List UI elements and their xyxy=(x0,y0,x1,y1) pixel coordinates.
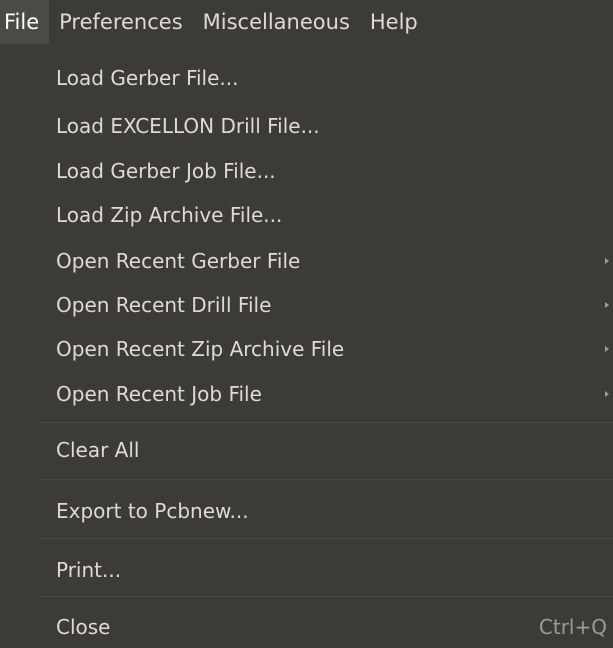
menu-help[interactable]: Help xyxy=(360,0,428,44)
menu-item-label: Load EXCELLON Drill File... xyxy=(56,114,320,138)
menu-separator xyxy=(40,479,613,480)
menu-file[interactable]: File xyxy=(0,0,50,44)
menu-separator xyxy=(40,596,613,597)
menu-separator xyxy=(40,538,613,539)
menu-item-open-recent-drill-file[interactable]: Open Recent Drill File xyxy=(0,284,613,326)
submenu-arrow-icon xyxy=(605,346,609,352)
menu-item-label: Open Recent Zip Archive File xyxy=(56,337,345,361)
menu-item-label: Open Recent Gerber File xyxy=(56,249,301,273)
menu-item-label: Load Zip Archive File... xyxy=(56,203,283,227)
menu-item-open-recent-gerber-file[interactable]: Open Recent Gerber File xyxy=(0,240,613,282)
menu-item-label: Close xyxy=(56,615,111,639)
submenu-arrow-icon xyxy=(605,258,609,264)
shortcut-label: Ctrl+Q xyxy=(538,615,607,639)
menu-item-load-gerber-job-file[interactable]: Load Gerber Job File... xyxy=(0,150,613,192)
menu-item-load-excellon-drill-file[interactable]: Load EXCELLON Drill File... xyxy=(0,105,613,147)
menu-item-label: Load Gerber File... xyxy=(56,66,239,90)
menu-bar: File Preferences Miscellaneous Help xyxy=(0,0,613,44)
menu-miscellaneous[interactable]: Miscellaneous xyxy=(193,0,360,44)
menu-item-export-to-pcbnew[interactable]: Export to Pcbnew... xyxy=(0,490,613,532)
menu-item-label: Clear All xyxy=(56,438,140,462)
submenu-arrow-icon xyxy=(605,391,609,397)
menu-item-label: Load Gerber Job File... xyxy=(56,159,276,183)
menu-item-open-recent-job-file[interactable]: Open Recent Job File xyxy=(0,373,613,415)
menu-item-load-gerber-file[interactable]: Load Gerber File... xyxy=(0,57,613,99)
menu-preferences[interactable]: Preferences xyxy=(49,0,193,44)
submenu-arrow-icon xyxy=(605,302,609,308)
menu-item-label: Export to Pcbnew... xyxy=(56,499,249,523)
menu-item-label: Print... xyxy=(56,558,122,582)
file-menu-dropdown: Load Gerber File... Load EXCELLON Drill … xyxy=(0,44,613,645)
menu-separator xyxy=(40,422,613,423)
menu-item-print[interactable]: Print... xyxy=(0,549,613,591)
menu-item-label: Open Recent Job File xyxy=(56,382,262,406)
menu-item-close[interactable]: Close Ctrl+Q xyxy=(0,606,613,648)
menu-item-open-recent-zip-archive-file[interactable]: Open Recent Zip Archive File xyxy=(0,328,613,370)
menu-item-clear-all[interactable]: Clear All xyxy=(0,429,613,471)
menu-item-load-zip-archive-file[interactable]: Load Zip Archive File... xyxy=(0,194,613,236)
menu-item-label: Open Recent Drill File xyxy=(56,293,272,317)
